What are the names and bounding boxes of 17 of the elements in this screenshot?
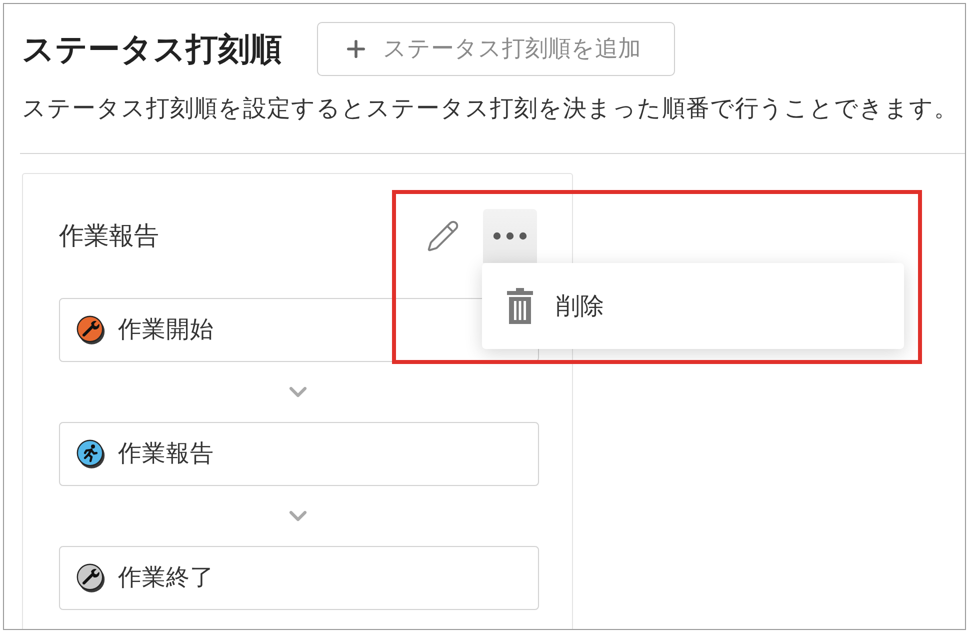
description-text: ステータス打刻順を設定するとステータス打刻を決まった順番で行うことできます。 xyxy=(22,94,959,122)
trash-icon xyxy=(507,288,533,324)
wrench-icon xyxy=(76,563,106,593)
pencil-icon xyxy=(426,219,460,253)
running-person-icon xyxy=(76,439,106,469)
more-button[interactable] xyxy=(483,209,537,263)
status-label: 作業終了 xyxy=(118,562,214,594)
status-item[interactable]: 作業開始 xyxy=(59,298,539,362)
status-item[interactable]: 作業報告 xyxy=(59,422,539,486)
card-title: 作業報告 xyxy=(59,220,160,252)
wrench-icon xyxy=(76,315,106,345)
page-title: ステータス打刻順 xyxy=(22,33,282,65)
status-item[interactable]: 作業終了 xyxy=(59,546,539,610)
menu-item[interactable]: 削除 xyxy=(482,263,904,349)
more-icon xyxy=(493,232,527,240)
status-label: 作業開始 xyxy=(118,314,214,346)
status-label: 作業報告 xyxy=(118,438,214,470)
